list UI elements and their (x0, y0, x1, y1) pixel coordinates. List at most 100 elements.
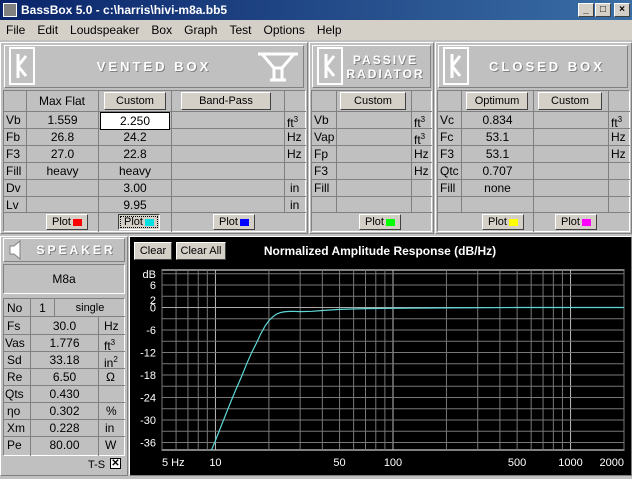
custom-vb-input[interactable]: 2.250 (100, 112, 170, 130)
f3-label: F3 (6, 147, 21, 161)
menu-loudspeaker[interactable]: Loudspeaker (64, 23, 145, 37)
custom-f3[interactable]: 22.8 (99, 146, 171, 162)
x-axis-labels: 5 Hz 10 50 100 500 1000 2000 (162, 457, 624, 469)
unit-in: in (290, 181, 300, 195)
fill-label: Fill (6, 164, 22, 178)
qts-label: Qts (5, 387, 24, 401)
custom-dv[interactable]: 3.00 (99, 180, 171, 196)
speaker-title: SPEAKER (36, 243, 116, 257)
optimum-fc: 53.1 (485, 130, 510, 144)
blue-swatch (239, 218, 249, 226)
fs-label: Fs (7, 319, 21, 333)
custom-lv[interactable]: 9.95 (99, 197, 171, 213)
x-tick-label: 100 (384, 457, 402, 469)
menu-bar: File Edit Loudspeaker Box Graph Test Opt… (0, 20, 632, 40)
band-pass-button[interactable]: Band-Pass (181, 92, 271, 110)
passive-title-line1: PASSIVE (352, 52, 419, 67)
vent-logo-icon (258, 52, 298, 82)
menu-edit[interactable]: Edit (31, 23, 64, 37)
vas-value: 1.776 (49, 336, 80, 350)
maxflat-f3: 27.0 (50, 147, 75, 161)
optimum-f3: 53.1 (485, 147, 510, 161)
plot-label: Plot (124, 216, 143, 228)
unit-hz: Hz (611, 147, 626, 161)
yellow-swatch (508, 218, 518, 226)
vas-label: Vas (5, 336, 25, 350)
unit-hz: Hz (611, 130, 626, 144)
speaker-config[interactable]: single (55, 300, 125, 316)
maxflat-vb: 1.559 (47, 113, 78, 127)
plot-label: Plot (219, 216, 238, 228)
app-icon (3, 3, 17, 17)
speaker-count[interactable]: 1 (31, 300, 54, 316)
unit-in: in (105, 421, 115, 435)
minimize-button[interactable]: _ (578, 3, 594, 17)
clear-button[interactable]: Clear (134, 242, 172, 260)
unit-ohm: Ω (106, 370, 115, 384)
unit-hz: Hz (287, 130, 302, 144)
menu-box[interactable]: Box (145, 23, 178, 37)
no-label: No (7, 301, 23, 315)
cb-fill-label: Fill (440, 181, 456, 195)
custom-fill[interactable]: heavy (99, 163, 171, 179)
dv-label: Dv (6, 181, 21, 195)
plot-maxflat-button[interactable]: Plot (46, 214, 88, 230)
menu-graph[interactable]: Graph (178, 23, 223, 37)
pr-fp-label: Fp (314, 147, 329, 161)
plot-passive-button[interactable]: Plot (359, 214, 401, 230)
fc-label: Fc (440, 130, 454, 144)
speaker-model[interactable]: M8a (3, 264, 125, 294)
sd-label: Sd (7, 353, 22, 367)
plot-bandpass-button[interactable]: Plot (213, 214, 255, 230)
custom-fb[interactable]: 24.2 (99, 129, 171, 145)
unit-w: W (105, 438, 117, 452)
y-tick-label: -12 (140, 348, 156, 360)
unit-hz: Hz (414, 147, 429, 161)
passive-custom-button[interactable]: Custom (340, 92, 406, 110)
cyan-swatch (144, 218, 154, 226)
maxflat-fill: heavy (46, 164, 79, 178)
menu-file[interactable]: File (0, 23, 31, 37)
y-tick-label: -30 (140, 415, 156, 427)
qtc-label: Qtc (440, 164, 459, 178)
ts-checkbox[interactable]: ✕ (110, 458, 121, 469)
unit-hz: Hz (414, 164, 429, 178)
y-tick-label: 0 (150, 303, 156, 315)
lv-label: Lv (6, 198, 19, 212)
closed-custom-button[interactable]: Custom (538, 92, 602, 110)
menu-options[interactable]: Options (257, 23, 310, 37)
plot-custom-button[interactable]: Plot (118, 214, 160, 230)
pr-vap-label: Vap (314, 130, 335, 144)
plot-optimum-button[interactable]: Plot (482, 214, 524, 230)
optimum-vc: 0.834 (482, 113, 513, 127)
y-tick-label: -36 (140, 438, 156, 450)
magenta-swatch (581, 218, 591, 226)
pe-value: 80.00 (49, 438, 80, 452)
clear-all-button[interactable]: Clear All (176, 242, 226, 260)
menu-test[interactable]: Test (223, 23, 257, 37)
plot-closed-custom-button[interactable]: Plot (555, 214, 597, 230)
unit-percent: % (106, 404, 117, 418)
plot-label: Plot (561, 216, 580, 228)
maximize-button[interactable]: □ (595, 3, 611, 17)
close-button[interactable]: × (614, 3, 630, 17)
red-swatch (72, 218, 82, 226)
menu-help[interactable]: Help (311, 23, 348, 37)
plot-label: Plot (52, 216, 71, 228)
y-axis-labels: dB620-6-12-18-24-30-36 (140, 269, 156, 450)
sd-value: 33.18 (49, 353, 80, 367)
re-label: Re (7, 370, 23, 384)
unit-hz: Hz (104, 319, 119, 333)
fs-value: 30.0 (52, 319, 77, 333)
pr-fill-label: Fill (314, 181, 330, 195)
unit-in: in (290, 198, 300, 212)
vented-custom-button[interactable]: Custom (104, 92, 166, 110)
amplitude-chart[interactable]: dB620-6-12-18-24-30-36 5 Hz 10 50 100 500 100… (130, 264, 630, 474)
y-tick-label: 6 (150, 280, 156, 292)
pe-label: Pe (7, 438, 22, 452)
xm-label: Xm (7, 421, 25, 435)
y-tick-label: -6 (146, 325, 156, 337)
x-tick-label: 2000 (600, 457, 624, 469)
optimum-button[interactable]: Optimum (466, 92, 528, 110)
x-tick-label: 500 (508, 457, 526, 469)
